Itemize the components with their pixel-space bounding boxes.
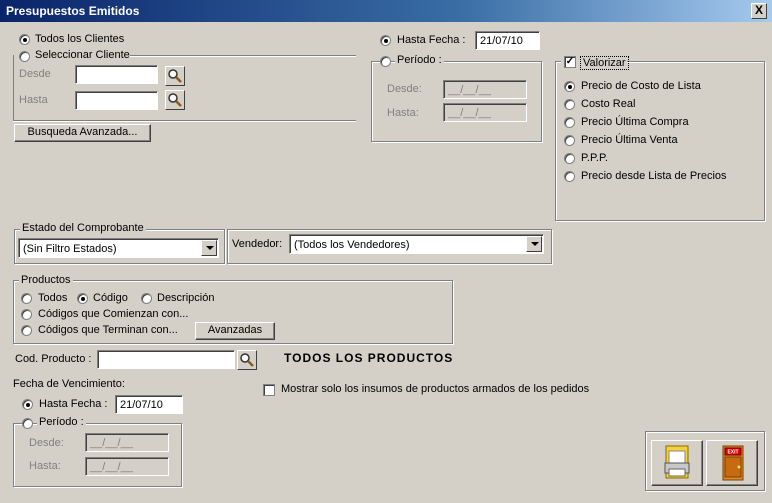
venc-hasta-input[interactable]: __/__/__ (85, 457, 169, 476)
exit-door-icon: EXIT (722, 445, 744, 481)
cliente-hasta-lookup-button[interactable] (165, 90, 185, 110)
chevron-down-icon[interactable] (201, 240, 217, 256)
seleccionar-cliente-radio[interactable] (19, 51, 30, 62)
valorizar-option-radio[interactable] (564, 99, 575, 110)
estado-select-value: (Sin Filtro Estados) (23, 243, 117, 255)
venc-hasta-label: Hasta: (29, 460, 61, 472)
venc-periodo-label: Período : (37, 416, 86, 428)
productos-descripcion-label: Descripción (157, 292, 215, 304)
periodo-hasta-label: Hasta: (387, 107, 419, 119)
printer-icon (664, 445, 690, 479)
valorizar-option-radio[interactable] (564, 117, 575, 128)
busqueda-avanzada-button[interactable]: Busqueda Avanzada... (14, 124, 151, 142)
hasta-fecha-radio[interactable] (380, 35, 391, 46)
venc-hasta-fecha-radio[interactable] (22, 399, 33, 410)
valorizar-option-label: Precio de Costo de Lista (581, 80, 701, 92)
vendedor-select-value: (Todos los Vendedores) (294, 239, 410, 251)
insumos-label: Mostrar solo los insumos de productos ar… (281, 383, 590, 395)
valorizar-option-label: Precio Última Compra (581, 116, 689, 128)
search-icon (168, 69, 182, 83)
vencimiento-label: Fecha de Vencimiento: (13, 378, 125, 390)
periodo-frame (371, 61, 542, 142)
productos-codigo-label: Código (93, 292, 128, 304)
cliente-bottom-divider (13, 120, 356, 122)
search-icon (168, 93, 182, 107)
valorizar-option-label: Precio Última Venta (581, 134, 678, 146)
periodo-radio[interactable] (380, 56, 391, 67)
cliente-divider (130, 55, 356, 57)
hasta-fecha-label: Hasta Fecha : (397, 34, 466, 46)
productos-terminan-radio[interactable] (21, 325, 32, 336)
productos-comienzan-label: Códigos que Comienzan con... (38, 308, 189, 320)
valorizar-option-radio[interactable] (564, 135, 575, 146)
productos-todos-radio[interactable] (21, 293, 32, 304)
chevron-down-icon[interactable] (526, 236, 542, 252)
seleccionar-cliente-label: Seleccionar Cliente (35, 49, 130, 61)
periodo-hasta-input[interactable]: __/__/__ (443, 103, 527, 122)
vendedor-select[interactable]: (Todos los Vendedores) (289, 234, 544, 254)
estado-select[interactable]: (Sin Filtro Estados) (18, 238, 219, 258)
productos-comienzan-radio[interactable] (21, 309, 32, 320)
venc-desde-label: Desde: (29, 437, 64, 449)
periodo-desde-input[interactable]: __/__/__ (443, 80, 527, 99)
venc-periodo-radio[interactable] (22, 418, 33, 429)
todos-clientes-radio[interactable] (19, 34, 30, 45)
avanzadas-button[interactable]: Avanzadas (195, 322, 275, 340)
valorizar-option-radio[interactable] (564, 153, 575, 164)
search-icon (240, 353, 254, 367)
estado-label: Estado del Comprobante (20, 222, 146, 234)
valorizar-option-radio[interactable] (564, 81, 575, 92)
productos-label: Productos (19, 274, 73, 286)
valorizar-option-label: P.P.P. (581, 152, 608, 164)
productos-codigo-radio[interactable] (77, 293, 88, 304)
cliente-desde-input[interactable] (75, 65, 158, 84)
cliente-hasta-input[interactable] (75, 91, 158, 110)
cliente-desde-lookup-button[interactable] (165, 66, 185, 86)
cliente-frame-left (13, 55, 14, 121)
productos-descripcion-radio[interactable] (141, 293, 152, 304)
cod-producto-label: Cod. Producto : (15, 353, 92, 365)
periodo-label: Período : (395, 54, 444, 66)
cliente-desde-label: Desde (19, 68, 51, 80)
title-bar: Presupuestos Emitidos X (0, 0, 772, 22)
insumos-checkbox[interactable] (263, 384, 275, 396)
todos-clientes-label: Todos los Clientes (35, 33, 125, 45)
cliente-hasta-label: Hasta (19, 94, 48, 106)
vendedor-label: Vendedor: (232, 238, 283, 250)
exit-button[interactable]: EXIT (706, 440, 758, 486)
exit-text: EXIT (727, 450, 738, 456)
todos-productos-banner: TODOS LOS PRODUCTOS (284, 351, 454, 365)
close-button[interactable]: X (751, 3, 767, 19)
venc-hasta-fecha-input[interactable]: 21/07/10 (115, 395, 183, 414)
valorizar-checkbox[interactable]: ✓ (564, 56, 576, 68)
productos-todos-label: Todos (38, 292, 68, 304)
window-title: Presupuestos Emitidos (6, 4, 140, 18)
cod-producto-input[interactable] (97, 350, 235, 369)
valorizar-option-radio[interactable] (564, 171, 575, 182)
valorizar-label: Valorizar (580, 56, 629, 70)
valorizar-option-label: Costo Real (581, 98, 636, 110)
periodo-desde-label: Desde: (387, 83, 422, 95)
valorizar-option-label: Precio desde Lista de Precios (581, 170, 727, 182)
productos-terminan-label: Códigos que Terminan con... (38, 324, 178, 336)
cod-producto-lookup-button[interactable] (237, 350, 257, 370)
venc-desde-input[interactable]: __/__/__ (85, 433, 169, 452)
print-button[interactable] (651, 440, 703, 486)
venc-hasta-fecha-label: Hasta Fecha : (39, 398, 108, 410)
hasta-fecha-input[interactable]: 21/07/10 (475, 31, 540, 50)
